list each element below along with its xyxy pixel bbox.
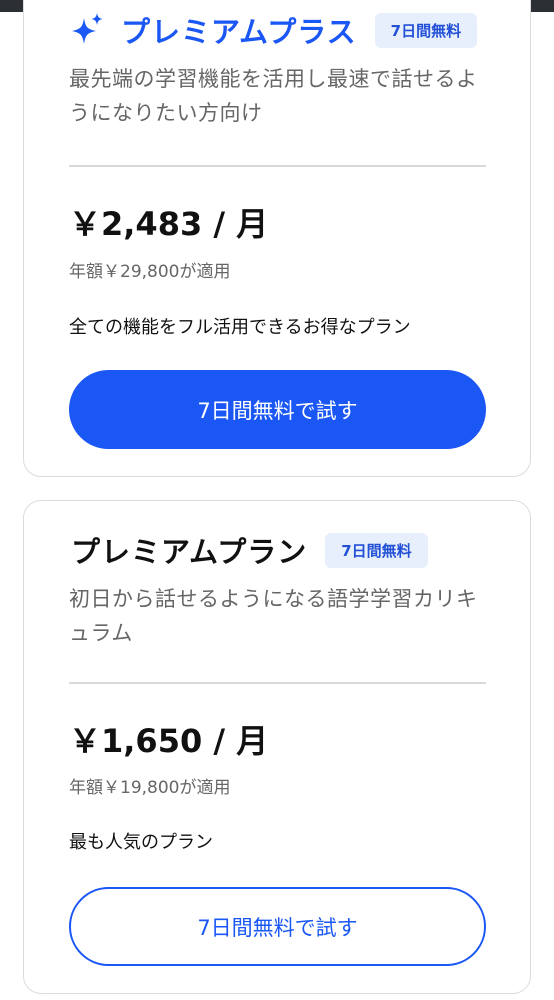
plan-card-premium: プレミアムプラン 7日間無料 初日から話せるようになる語学学習カリキュラム ￥1… <box>23 500 531 994</box>
sparkle-icon <box>72 13 103 44</box>
plan-title: プレミアムプラス <box>121 15 357 49</box>
free-trial-badge: 7日間無料 <box>325 532 428 568</box>
plan-title-row: プレミアムプラン 7日間無料 <box>71 529 428 571</box>
start-free-trial-button[interactable]: 7日間無料で試す <box>69 370 486 449</box>
plan-card-premium-plus: プレミアムプラス 7日間無料 最先端の学習機能を活用し最速で話せるようになりたい… <box>23 0 531 477</box>
plan-title-row: プレミアムプラス 7日間無料 <box>69 9 478 51</box>
annual-price: 年額￥29,800が適用 <box>69 262 231 282</box>
divider <box>69 165 486 167</box>
start-free-trial-button[interactable]: 7日間無料で試す <box>69 887 486 966</box>
plan-note: 最も人気のプラン <box>69 832 213 853</box>
monthly-price: ￥2,483 / 月 <box>69 205 269 243</box>
annual-price: 年額￥19,800が適用 <box>69 778 231 798</box>
free-trial-badge: 7日間無料 <box>374 12 478 48</box>
monthly-price: ￥1,650 / 月 <box>69 722 269 760</box>
plan-description: 初日から話せるようになる語学学習カリキュラム <box>69 587 478 645</box>
plan-title: プレミアムプラン <box>71 535 308 569</box>
plan-note: 全ての機能をフル活用できるお得なプラン <box>69 317 411 338</box>
divider <box>69 682 486 684</box>
plan-description: 最先端の学習機能を活用し最速で話せるようになりたい方向け <box>69 67 478 125</box>
